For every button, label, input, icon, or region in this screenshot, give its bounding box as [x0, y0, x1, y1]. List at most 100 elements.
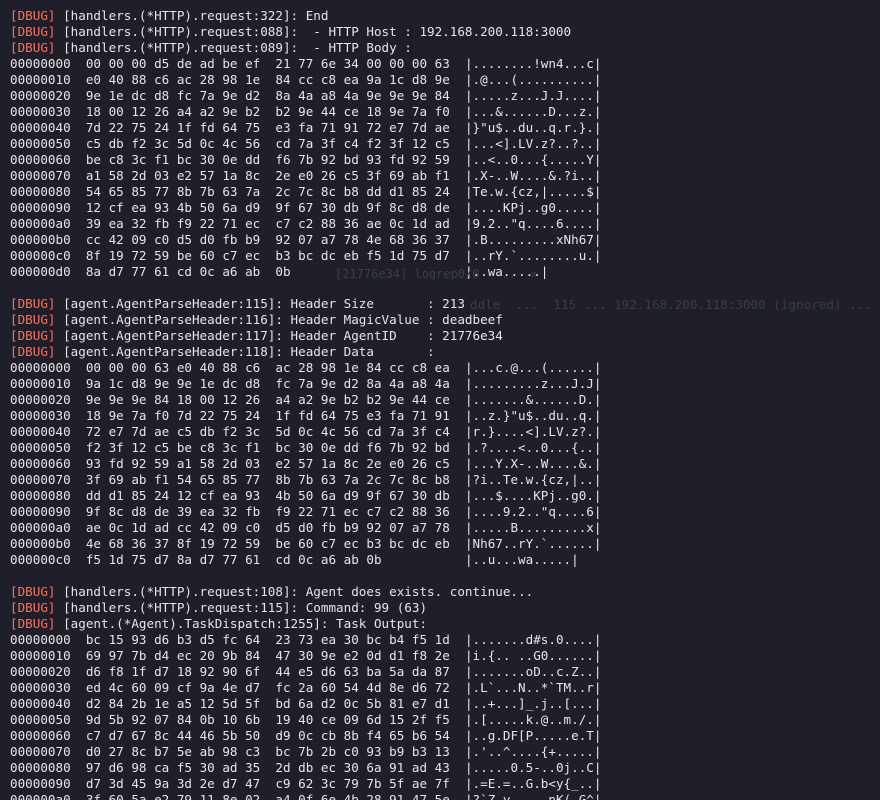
hexdump-row: 00000090 12 cf ea 93 4b 50 6a d9 9f 67 3… — [10, 200, 880, 216]
hexdump-row: 00000010 e0 40 88 c6 ac 28 98 1e 84 cc c… — [10, 72, 880, 88]
hexdump-bytes-high: c9 62 3c 79 7b 5f ae 7f — [275, 776, 450, 791]
hexdump-row: 00000080 97 d6 98 ca f5 30 ad 35 2d db e… — [10, 760, 880, 776]
hexdump-ascii: |.B.........xNh67| — [464, 232, 602, 247]
hexdump-row: 00000030 18 00 12 26 a4 a2 9e b2 b2 9e 4… — [10, 104, 880, 120]
hexdump-bytes-low: dd d1 85 24 12 cf ea 93 — [85, 488, 261, 503]
hexdump-ascii: |.......oD..c.Z..| — [464, 664, 602, 679]
hexdump-offset: 00000090 — [10, 200, 71, 215]
hexdump-ascii: |?`Z.y.....nK(.G^| — [464, 792, 602, 800]
hexdump-bytes-low: ed 4c 60 09 cf 9a 4e d7 — [85, 680, 261, 695]
hexdump-bytes-high: 2c 7c 8c b8 dd d1 85 24 — [275, 184, 450, 199]
hexdump-ascii: |........!wn4...c| — [464, 56, 602, 71]
hexdump-row: 00000080 dd d1 85 24 12 cf ea 93 4b 50 6… — [10, 488, 880, 504]
hexdump-offset: 00000010 — [10, 648, 71, 663]
hexdump-bytes-low: 9e 9e 9e 84 18 00 12 26 — [85, 392, 261, 407]
hexdump-row: 00000060 c7 d7 67 8c 44 46 5b 50 d9 0c c… — [10, 728, 880, 744]
log-message: [handlers.(*HTTP).request:108]: Agent do… — [55, 584, 534, 599]
hexdump-row: 00000080 54 65 85 77 8b 7b 63 7a 2c 7c 8… — [10, 184, 880, 200]
hexdump-offset: 00000000 — [10, 632, 71, 647]
hexdump-bytes-low: 4e 68 36 37 8f 19 72 59 — [85, 536, 261, 551]
hexdump-offset: 00000060 — [10, 728, 71, 743]
hexdump-row: 00000020 d6 f8 1f d7 18 92 90 6f 44 e5 d… — [10, 664, 880, 680]
log-level-tag: [DBUG] — [10, 296, 56, 311]
hexdump-bytes-low: d7 3d 45 9a 3d 2e d7 47 — [85, 776, 261, 791]
log-message: [handlers.(*HTTP).request:089]: - HTTP B… — [55, 40, 412, 55]
hexdump-bytes-high: 8b 7b 63 7a 2c 7c 8c b8 — [275, 472, 450, 487]
hexdump-row: 00000050 c5 db f2 3c 5d 0c 4c 56 cd 7a 3… — [10, 136, 880, 152]
hexdump-row: 000000c0 f5 1d 75 d7 8a d7 77 61 cd 0c a… — [10, 552, 880, 568]
hexdump-offset: 00000070 — [10, 472, 71, 487]
hexdump-bytes-high: c7 c2 88 36 ae 0c 1d ad — [275, 216, 450, 231]
hexdump-offset: 000000c0 — [10, 552, 71, 567]
hexdump-bytes-high: a4 a2 9e b2 b2 9e 44 ce — [275, 392, 450, 407]
hexdump-ascii: |.......&......D.| — [464, 392, 602, 407]
hexdump-ascii: |.'..^....{+.....| — [464, 744, 602, 759]
hexdump-row: 000000b0 cc 42 09 c0 d5 d0 fb b9 92 07 a… — [10, 232, 880, 248]
hexdump-ascii: |...&......D...z.| — [464, 104, 602, 119]
hexdump-row: 00000040 d2 84 2b 1e a5 12 5d 5f bd 6a d… — [10, 696, 880, 712]
hexdump-offset: 00000090 — [10, 504, 71, 519]
hexdump-bytes-low: 00 00 00 63 e0 40 88 c6 — [85, 360, 261, 375]
hexdump-bytes-high: fc 7a 9e d2 8a 4a a8 4a — [275, 376, 450, 391]
hexdump-row: 00000070 3f 69 ab f1 54 65 85 77 8b 7b 6… — [10, 472, 880, 488]
hexdump-row: 00000070 a1 58 2d 03 e2 57 1a 8c 2e e0 2… — [10, 168, 880, 184]
hexdump-row: 000000a0 ae 0c 1d ad cc 42 09 c0 d5 d0 f… — [10, 520, 880, 536]
hexdump-ascii: |Nh67..rY.`......| — [464, 536, 602, 551]
hexdump-bytes-low: 9a 1c d8 9e 9e 1e dc d8 — [85, 376, 261, 391]
hexdump-row: 00000030 ed 4c 60 09 cf 9a 4e d7 fc 2a 6… — [10, 680, 880, 696]
hexdump-bytes-low: 8a d7 77 61 cd 0c a6 ab — [85, 264, 261, 279]
hexdump-ascii: |...Y.X-..W....&.| — [464, 456, 602, 471]
log-line: [DBUG] [handlers.(*HTTP).request:108]: A… — [10, 584, 880, 600]
hexdump-bytes-low: c7 d7 67 8c 44 46 5b 50 — [85, 728, 261, 743]
hexdump-bytes-low: 3f 60 5a e2 79 11 8e 02 — [85, 792, 261, 800]
hexdump-bytes-low: 00 00 00 d5 de ad be ef — [85, 56, 261, 71]
hexdump-bytes-high: b3 bc dc eb f5 1d 75 d7 — [275, 248, 450, 263]
hexdump-bytes-low: ae 0c 1d ad cc 42 09 c0 — [85, 520, 261, 535]
hexdump-bytes-high: 0b — [275, 264, 291, 279]
hexdump-offset: 00000010 — [10, 376, 71, 391]
hexdump-bytes-high: fc 2a 60 54 4d 8e d6 72 — [275, 680, 450, 695]
hexdump-row: 00000060 be c8 3c f1 bc 30 0e dd f6 7b 9… — [10, 152, 880, 168]
log-message: [handlers.(*HTTP).request:088]: - HTTP H… — [55, 24, 572, 39]
hexdump-row: 00000010 9a 1c d8 9e 9e 1e dc d8 fc 7a 9… — [10, 376, 880, 392]
hexdump-bytes-high: 47 30 9e e2 0d d1 f8 2e — [275, 648, 450, 663]
hexdump-offset: 00000020 — [10, 392, 71, 407]
hexdump-offset: 00000050 — [10, 440, 71, 455]
log-level-tag: [DBUG] — [10, 616, 56, 631]
hexdump-ascii: |.?....<..0...{..| — [464, 440, 602, 455]
hexdump-ascii: |Te.w.{cz,|.....$| — [464, 184, 602, 199]
log-message: [agent.(*Agent).TaskDispatch:1255]: Task… — [55, 616, 428, 631]
hexdump-row: 00000090 d7 3d 45 9a 3d 2e d7 47 c9 62 3… — [10, 776, 880, 792]
hexdump-ascii: |...c.@...(......| — [464, 360, 602, 375]
hexdump-offset: 00000080 — [10, 488, 71, 503]
hexdump-row: 00000000 00 00 00 d5 de ad be ef 21 77 6… — [10, 56, 880, 72]
hexdump-row: 00000030 18 9e 7a f0 7d 22 75 24 1f fd 6… — [10, 408, 880, 424]
hexdump-bytes-high: 1f fd 64 75 e3 fa 71 91 — [275, 408, 450, 423]
hexdump-ascii: |.........z...J.J| — [464, 376, 602, 391]
hexdump-offset: 00000040 — [10, 696, 71, 711]
hexdump-bytes-low: 93 fd 92 59 a1 58 2d 03 — [85, 456, 261, 471]
hexdump-bytes-high: a4 0f 6e 4b 28 91 47 5e — [275, 792, 450, 800]
hexdump-bytes-high: bc 30 0e dd f6 7b 92 bd — [275, 440, 450, 455]
hexdump-offset: 00000080 — [10, 184, 71, 199]
hexdump-bytes-high: e3 fa 71 91 72 e7 7d ae — [275, 120, 450, 135]
hexdump-ascii: |.X-..W....&.?i..| — [464, 168, 602, 183]
hexdump-bytes-low: 8f 19 72 59 be 60 c7 ec — [85, 248, 261, 263]
hexdump-row: 000000a0 39 ea 32 fb f9 22 71 ec c7 c2 8… — [10, 216, 880, 232]
hexdump-ascii: |..+...]_.j..[...| — [464, 696, 602, 711]
hexdump-bytes-high: 92 07 a7 78 4e 68 36 37 — [275, 232, 450, 247]
log-message: [agent.AgentParseHeader:115]: Header Siz… — [55, 296, 465, 311]
hexdump-bytes-low: a1 58 2d 03 e2 57 1a 8c — [85, 168, 261, 183]
hexdump-bytes-low: 3f 69 ab f1 54 65 85 77 — [85, 472, 261, 487]
hexdump-row: 000000a0 3f 60 5a e2 79 11 8e 02 a4 0f 6… — [10, 792, 880, 800]
hexdump-offset: 00000060 — [10, 456, 71, 471]
hexdump-offset: 00000020 — [10, 88, 71, 103]
hexdump-row: 00000050 9d 5b 92 07 84 0b 10 6b 19 40 c… — [10, 712, 880, 728]
log-level-tag: [DBUG] — [10, 344, 56, 359]
hexdump-row: 00000000 bc 15 93 d6 b3 d5 fc 64 23 73 e… — [10, 632, 880, 648]
hexdump-offset: 00000030 — [10, 680, 71, 695]
hexdump-offset: 00000070 — [10, 168, 71, 183]
hexdump-bytes-high: 2d db ec 30 6a 91 ad 43 — [275, 760, 450, 775]
log-line: [DBUG] [agent.AgentParseHeader:116]: Hea… — [10, 312, 880, 328]
